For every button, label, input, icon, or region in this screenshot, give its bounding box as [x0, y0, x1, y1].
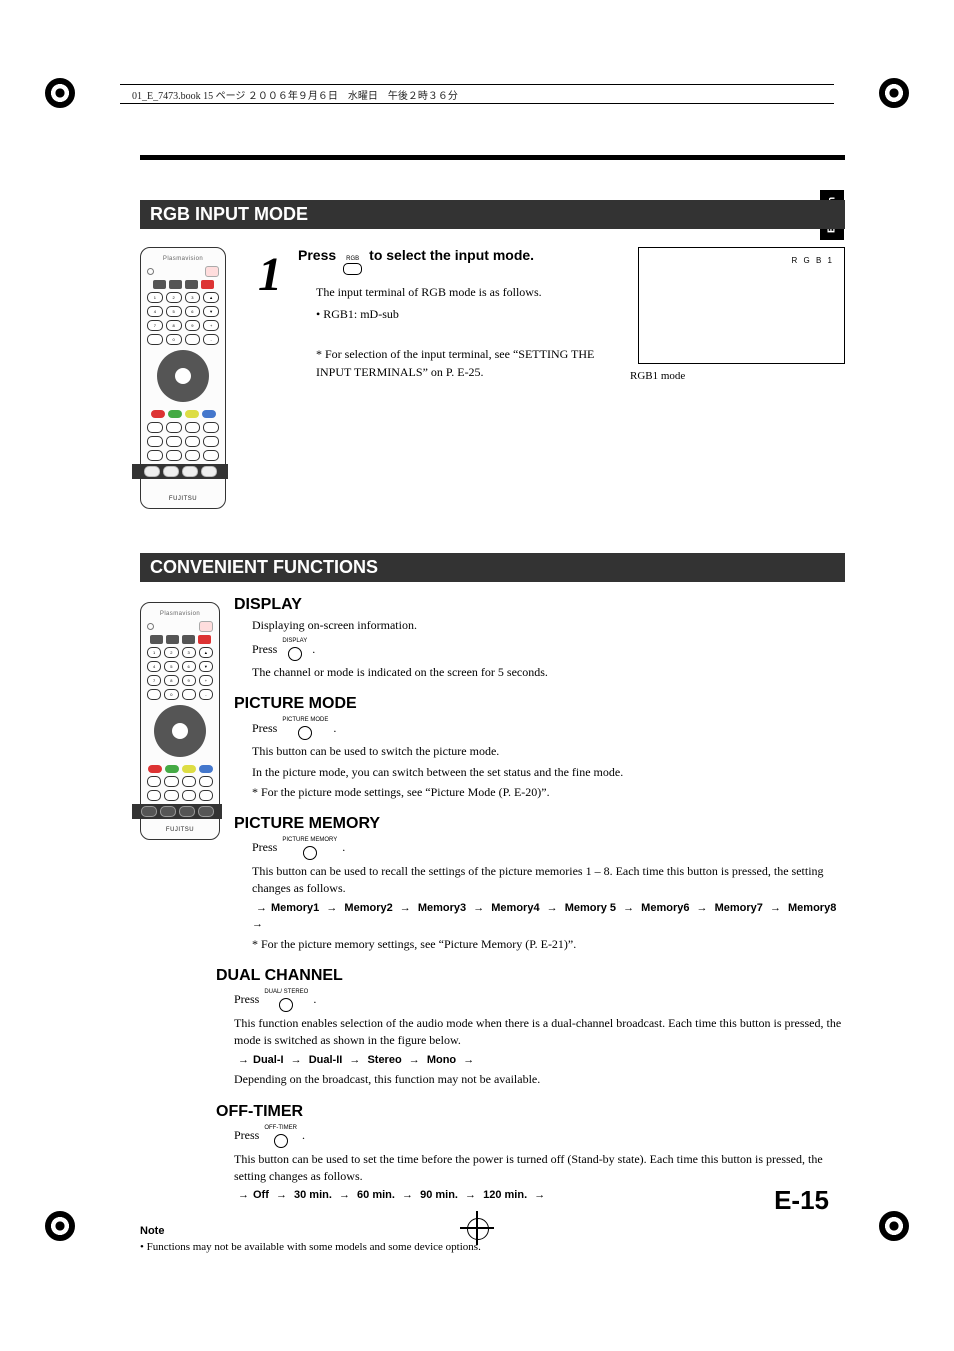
- body-dual-channel: Press DUAL/ STEREO . This function enabl…: [234, 988, 845, 1089]
- page-number: E-15: [774, 1185, 829, 1216]
- remote-control-illustration-2: Plasmavision 123▲ 456▼ 789+ 0- FUJITSU: [140, 602, 220, 840]
- heading-dual-channel: DUAL CHANNEL: [216, 967, 845, 985]
- step-head-prefix: Press: [298, 247, 336, 263]
- step-head-suffix: to select the input mode.: [369, 247, 534, 263]
- print-mark-bottom-left: [45, 1211, 75, 1241]
- sequence-dual-channel: →Dual-I → Dual-II → Stereo → Mono →: [234, 1053, 845, 1069]
- section-title-convenient: CONVENIENT FUNCTIONS: [140, 553, 845, 582]
- osd-caption: RGB1 mode: [630, 370, 845, 382]
- osd-preview: R G B 1: [638, 247, 845, 364]
- heading-display: DISPLAY: [234, 596, 845, 614]
- step-bullet: • RGB1: mD-sub: [316, 305, 614, 323]
- footnote-body: • Functions may not be available with so…: [140, 1241, 845, 1253]
- print-mark-bottom-right: [879, 1211, 909, 1241]
- step-note: * For selection of the input terminal, s…: [316, 345, 614, 381]
- section-title-rgb: RGB INPUT MODE: [140, 200, 845, 229]
- top-rule: [140, 155, 845, 160]
- running-header: 01_E_7473.book 15 ページ ２００６年９月６日 水曜日 午後２時…: [120, 84, 834, 104]
- picture-mode-button-icon: PICTURE MODE: [282, 716, 328, 740]
- step-body: The input terminal of RGB mode is as fol…: [316, 283, 614, 381]
- picture-memory-button-icon: PICTURE MEMORY: [282, 836, 337, 860]
- display-button-icon: DISPLAY: [282, 637, 307, 661]
- body-off-timer: Press OFF-TIMER . This button can be use…: [234, 1124, 845, 1204]
- remote-control-illustration-1: Plasmavision 123▲ 456▼ 789+ 0- FUJITSU: [140, 247, 226, 509]
- print-mark-top-left: [45, 78, 75, 108]
- heading-picture-memory: PICTURE MEMORY: [234, 815, 845, 833]
- remote-brand: Plasmavision: [163, 256, 203, 262]
- step-number: 1: [242, 247, 282, 509]
- sequence-off-timer: →Off → 30 min. → 60 min. → 90 min. → 120…: [234, 1188, 845, 1204]
- body-picture-mode: Press PICTURE MODE . This button can be …: [252, 716, 845, 801]
- dual-stereo-button-icon: DUAL/ STEREO: [264, 988, 308, 1012]
- remote-logo: FUJITSU: [169, 496, 197, 502]
- heading-picture-mode: PICTURE MODE: [234, 695, 845, 713]
- body-picture-memory: Press PICTURE MEMORY . This button can b…: [252, 836, 845, 953]
- heading-off-timer: OFF-TIMER: [216, 1103, 845, 1121]
- print-mark-top-right: [879, 78, 909, 108]
- body-display: Displaying on-screen information. Press …: [252, 617, 845, 681]
- running-header-text: 01_E_7473.book 15 ページ ２００６年９月６日 水曜日 午後２時…: [132, 87, 458, 102]
- step-p1: The input terminal of RGB mode is as fol…: [316, 283, 614, 301]
- sequence-picture-memory: →Memory1 → Memory2 → Memory3 → Memory4 →…: [252, 901, 845, 933]
- step-heading: Press RGB to select the input mode.: [298, 247, 614, 275]
- rgb-button-icon: RGB: [343, 256, 362, 275]
- osd-label: R G B 1: [792, 256, 834, 265]
- footnote-heading: Note: [140, 1225, 845, 1237]
- off-timer-button-icon: OFF-TIMER: [264, 1124, 297, 1148]
